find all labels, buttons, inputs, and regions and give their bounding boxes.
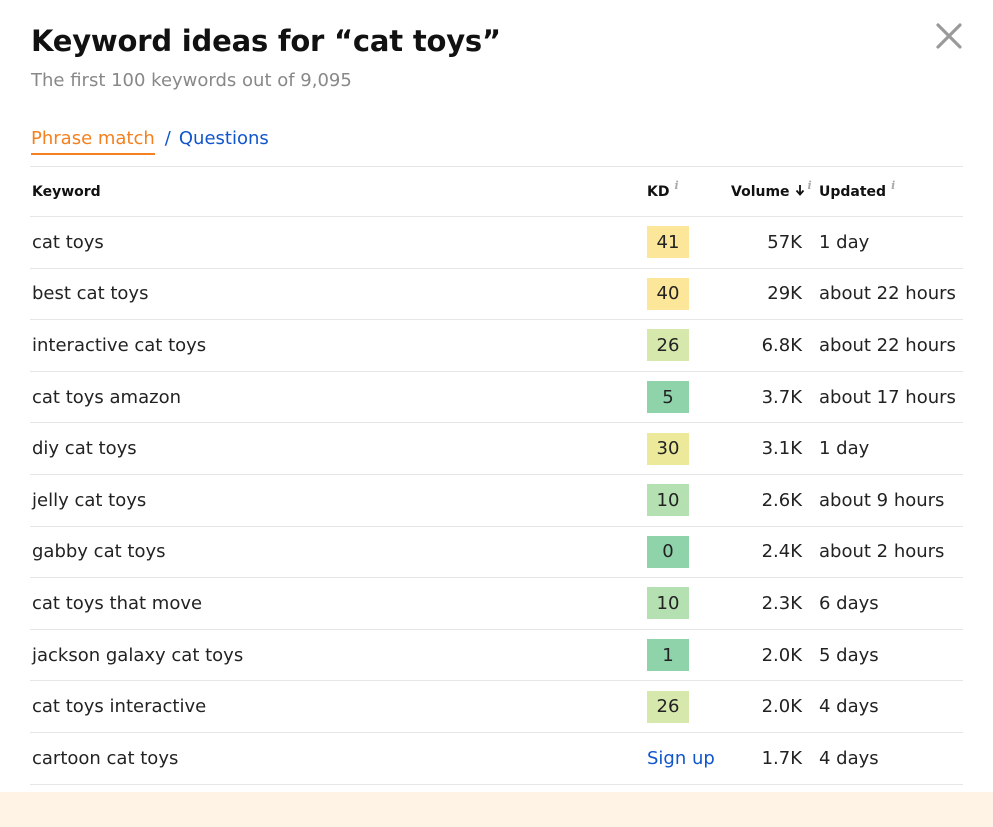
keyword-cell[interactable]: best cat toys [32,269,148,320]
table-row: best cat toys 40 29K about 22 hours [30,269,963,321]
table-row: diy cat toys 30 3.1K 1 day [30,423,963,475]
updated-cell: 1 day [819,231,870,253]
volume-info-icon[interactable]: i [808,179,812,192]
updated-cell: 6 days [819,592,879,614]
volume-cell: 6.8K [761,334,802,356]
volume-cell: 1.7K [761,747,802,769]
volume-cell: 2.0K [761,644,802,666]
volume-cell: 57K [767,231,802,253]
footer-band [0,792,993,827]
kd-cell: 10 [647,475,689,526]
kd-cell: 5 [647,372,689,423]
kd-badge: 0 [647,535,689,568]
updated-cell: about 2 hours [819,541,945,563]
kd-badge: 5 [647,381,689,414]
kd-badge: 41 [647,226,689,259]
column-header-volume-label: Volume [731,183,790,200]
keyword-cell[interactable]: cartoon cat toys [32,733,178,784]
volume-cell: 2.6K [761,489,802,511]
table-row: cartoon cat toys Sign up 1.7K 4 days [30,733,963,785]
keyword-cell[interactable]: cat toys that move [32,578,202,629]
kd-cell: 1 [647,630,689,681]
keyword-ideas-modal: Keyword ideas for “cat toys” The first 1… [0,0,993,790]
keywords-table: Keyword KD i Volume i Updated i cat toys… [30,166,963,785]
kd-badge: 26 [647,329,689,362]
updated-cell: 5 days [819,644,879,666]
table-row: jackson galaxy cat toys 1 2.0K 5 days [30,630,963,682]
keyword-cell[interactable]: diy cat toys [32,423,137,474]
table-body: cat toys 41 57K 1 day best cat toys 40 29K abou… [30,217,963,785]
table-header-row: Keyword KD i Volume i Updated i [30,167,963,217]
column-header-volume[interactable]: Volume i [731,167,812,216]
column-header-keyword[interactable]: Keyword [32,167,101,216]
keyword-cell[interactable]: jackson galaxy cat toys [32,630,243,681]
modal-subtitle: The first 100 keywords out of 9,095 [31,70,352,91]
kd-cell: 26 [647,320,689,371]
table-row: cat toys amazon 5 3.7K about 17 hours [30,372,963,424]
column-header-updated-label: Updated [819,183,887,200]
kd-badge: 10 [647,587,689,620]
kd-cell: 0 [647,527,689,578]
volume-cell: 2.0K [761,696,802,718]
table-row: cat toys interactive 26 2.0K 4 days [30,681,963,733]
column-header-kd-label: KD [647,183,670,200]
tab-separator: / [164,128,171,149]
volume-cell: 3.1K [761,438,802,460]
kd-badge: 40 [647,277,689,310]
match-tabs: Phrase match / Questions [31,128,269,155]
table-row: gabby cat toys 0 2.4K about 2 hours [30,527,963,579]
table-row: jelly cat toys 10 2.6K about 9 hours [30,475,963,527]
keyword-cell[interactable]: cat toys [32,217,104,268]
close-button[interactable] [933,20,965,52]
keyword-cell[interactable]: jelly cat toys [32,475,146,526]
kd-cell: 30 [647,423,689,474]
tab-questions[interactable]: Questions [179,128,269,149]
kd-badge: 26 [647,690,689,723]
kd-badge: 10 [647,484,689,517]
table-row: cat toys 41 57K 1 day [30,217,963,269]
kd-cell: 10 [647,578,689,629]
volume-cell: 2.4K [761,541,802,563]
updated-info-icon[interactable]: i [891,179,895,192]
volume-cell: 2.3K [761,592,802,614]
kd-info-icon[interactable]: i [674,179,678,192]
updated-cell: about 17 hours [819,386,956,408]
volume-cell: 3.7K [761,386,802,408]
updated-cell: about 22 hours [819,334,956,356]
sort-down-arrow-icon [795,184,805,200]
kd-cell: 41 [647,217,689,268]
keyword-cell[interactable]: gabby cat toys [32,527,166,578]
updated-cell: 4 days [819,696,879,718]
updated-cell: 4 days [819,747,879,769]
tab-phrase-match[interactable]: Phrase match [31,128,155,155]
kd-badge: 1 [647,639,689,672]
modal-title: Keyword ideas for “cat toys” [31,24,501,58]
keyword-cell[interactable]: cat toys interactive [32,681,206,732]
kd-badge: 30 [647,432,689,465]
table-row: interactive cat toys 26 6.8K about 22 hours [30,320,963,372]
updated-cell: about 22 hours [819,283,956,305]
column-header-kd[interactable]: KD i [647,167,679,216]
kd-cell: 40 [647,269,689,320]
column-header-updated[interactable]: Updated i [819,167,895,216]
column-header-keyword-label: Keyword [32,183,101,200]
keyword-cell[interactable]: cat toys amazon [32,372,181,423]
table-row: cat toys that move 10 2.3K 6 days [30,578,963,630]
updated-cell: 1 day [819,438,870,460]
kd-cell: 26 [647,681,689,732]
volume-cell: 29K [767,283,802,305]
close-icon [936,23,962,49]
updated-cell: about 9 hours [819,489,945,511]
keyword-cell[interactable]: interactive cat toys [32,320,206,371]
